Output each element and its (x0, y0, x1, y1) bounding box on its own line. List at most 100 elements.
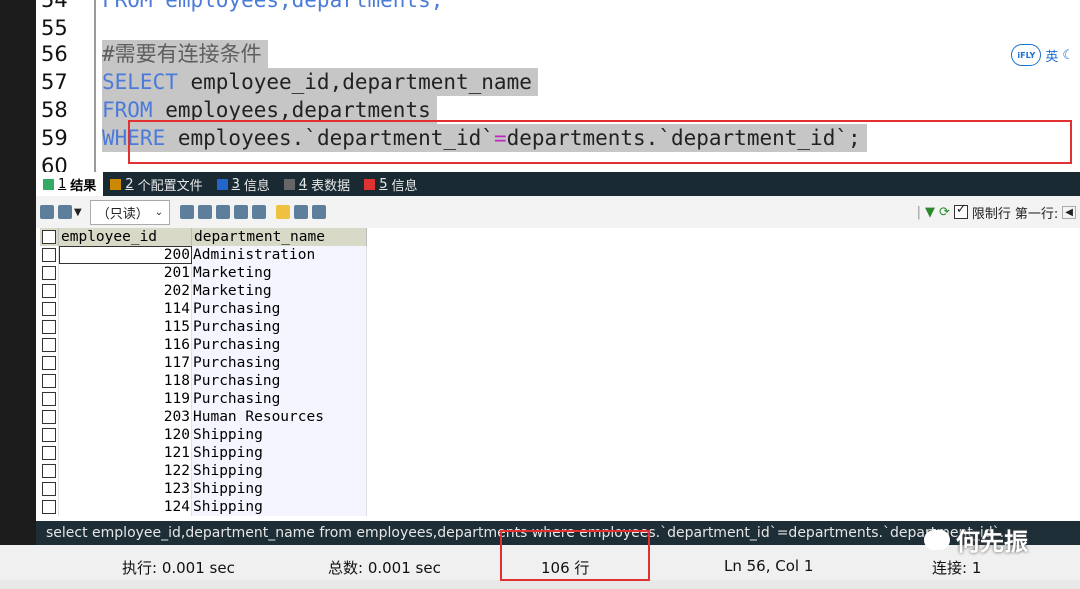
text-mode-icon[interactable] (294, 205, 309, 219)
profile-icon (110, 178, 122, 190)
row-checkbox[interactable] (40, 336, 59, 354)
cell-employee-id[interactable]: 118 (58, 372, 192, 390)
code-token: employee_id,department_name (177, 70, 532, 94)
form-view-icon[interactable] (58, 205, 72, 219)
tab-label: 表数据 (311, 178, 351, 194)
column-header-department-name[interactable]: department_name (191, 228, 367, 246)
save-icon[interactable] (216, 205, 231, 219)
row-checkbox[interactable] (40, 372, 59, 390)
cell-department-name[interactable]: Purchasing (191, 354, 367, 372)
cell-department-name[interactable]: Marketing (191, 282, 367, 300)
cell-department-name[interactable]: Human Resources (191, 408, 367, 426)
cell-department-name[interactable]: Purchasing (191, 300, 367, 318)
tab-3[interactable]: 3 信息 (210, 172, 277, 196)
table-row[interactable]: 118 Purchasing (40, 372, 367, 390)
row-checkbox[interactable] (40, 408, 59, 426)
cell-department-name[interactable]: Purchasing (191, 372, 367, 390)
column-header-employee-id[interactable]: employee_id (58, 228, 192, 246)
row-checkbox[interactable] (40, 318, 59, 336)
cell-department-name[interactable]: Shipping (191, 426, 367, 444)
table-row[interactable]: 115 Purchasing (40, 318, 367, 336)
cell-employee-id[interactable]: 121 (58, 444, 192, 462)
sql-editor[interactable]: 54 FROM employees,departments; 55 56 #需要有连接条… (36, 0, 1080, 172)
record-mode-icon[interactable] (312, 205, 327, 219)
cell-department-name[interactable]: Administration (191, 246, 367, 264)
cell-department-name[interactable]: Shipping (191, 462, 367, 480)
prev-page-icon[interactable]: ◀ (1062, 205, 1076, 219)
chevron-down-icon: ⌄ (154, 206, 164, 218)
tab-4[interactable]: 4 表数据 (277, 172, 357, 196)
table-row[interactable]: 119 Purchasing (40, 390, 367, 408)
table-row[interactable]: 124 Shipping (40, 498, 367, 516)
select-all-checkbox[interactable] (40, 228, 59, 246)
code-text: FROM employees,departments; (102, 0, 449, 14)
cell-employee-id[interactable]: 202 (58, 282, 192, 300)
cell-employee-id[interactable]: 114 (58, 300, 192, 318)
tab-number: 3 (231, 176, 240, 192)
line-number: 58 (41, 98, 68, 122)
cell-employee-id[interactable]: 124 (58, 498, 192, 516)
table-row[interactable]: 114 Purchasing (40, 300, 367, 318)
dropdown-arrow-icon[interactable]: ▼ (74, 207, 82, 218)
table-row[interactable]: 121 Shipping (40, 444, 367, 462)
filter-icon[interactable]: ▼ (925, 205, 935, 220)
cell-department-name[interactable]: Shipping (191, 444, 367, 462)
delete-icon[interactable] (234, 205, 249, 219)
code-text: #需要有连接条件 (102, 40, 268, 68)
table-row[interactable]: 117 Purchasing (40, 354, 367, 372)
toolbar-right: | ▼ ⟳ ✓ 限制行 第一行: ◀ (917, 196, 1080, 228)
cell-employee-id[interactable]: 122 (58, 462, 192, 480)
tab-1[interactable]: 1 结果 (36, 172, 104, 196)
table-row[interactable]: 120 Shipping (40, 426, 367, 444)
table-row[interactable]: 201 Marketing (40, 264, 367, 282)
checkmark-icon: ✓ (955, 202, 967, 217)
cell-employee-id[interactable]: 120 (58, 426, 192, 444)
refresh-icon[interactable] (252, 205, 267, 219)
copy-icon[interactable] (180, 205, 195, 219)
duplicate-icon[interactable] (198, 205, 213, 219)
grid-mode-icon[interactable] (276, 205, 291, 219)
row-checkbox[interactable] (40, 390, 59, 408)
row-checkbox[interactable] (40, 498, 59, 516)
table-row[interactable]: 202 Marketing (40, 282, 367, 300)
row-checkbox[interactable] (40, 300, 59, 318)
table-row[interactable]: 123 Shipping (40, 480, 367, 498)
row-checkbox[interactable] (40, 354, 59, 372)
cell-department-name[interactable]: Purchasing (191, 318, 367, 336)
code-token: FROM (102, 98, 153, 122)
cell-employee-id[interactable]: 203 (58, 408, 192, 426)
table-row[interactable]: 203 Human Resources (40, 408, 367, 426)
cell-employee-id[interactable]: 201 (58, 264, 192, 282)
table-row[interactable]: 200 Administration (40, 246, 367, 264)
row-checkbox[interactable] (40, 282, 59, 300)
cell-department-name[interactable]: Marketing (191, 264, 367, 282)
row-checkbox[interactable] (40, 462, 59, 480)
cell-employee-id[interactable]: 116 (58, 336, 192, 354)
cell-department-name[interactable]: Shipping (191, 480, 367, 498)
cell-department-name[interactable]: Shipping (191, 498, 367, 516)
tab-5[interactable]: 5 信息 (357, 172, 424, 196)
watermark-text: 何先振 (956, 528, 1028, 556)
row-checkbox[interactable] (40, 264, 59, 282)
cell-employee-id[interactable]: 115 (58, 318, 192, 336)
tab-2[interactable]: 2 个配置文件 (103, 172, 209, 196)
cell-employee-id[interactable]: 117 (58, 354, 192, 372)
grid-view-icon[interactable] (40, 205, 54, 219)
row-checkbox[interactable] (40, 444, 59, 462)
table-row[interactable]: 122 Shipping (40, 462, 367, 480)
row-checkbox[interactable] (40, 480, 59, 498)
line-number: 54 (41, 0, 68, 12)
cell-department-name[interactable]: Purchasing (191, 336, 367, 354)
row-checkbox[interactable] (40, 426, 59, 444)
cell-employee-id[interactable]: 200 (58, 246, 192, 264)
cell-department-name[interactable]: Purchasing (191, 390, 367, 408)
cell-employee-id[interactable]: 119 (58, 390, 192, 408)
cell-employee-id[interactable]: 123 (58, 480, 192, 498)
readonly-select[interactable]: （只读） ⌄ (89, 199, 171, 225)
tab-label: 结果 (70, 178, 97, 194)
row-checkbox[interactable] (40, 246, 59, 264)
ifly-input-indicator[interactable]: iFLY 英 ☾ (1011, 44, 1074, 66)
reset-filter-icon[interactable]: ⟳ (939, 205, 950, 220)
table-row[interactable]: 116 Purchasing (40, 336, 367, 354)
limit-rows-checkbox[interactable]: ✓ (953, 202, 968, 219)
